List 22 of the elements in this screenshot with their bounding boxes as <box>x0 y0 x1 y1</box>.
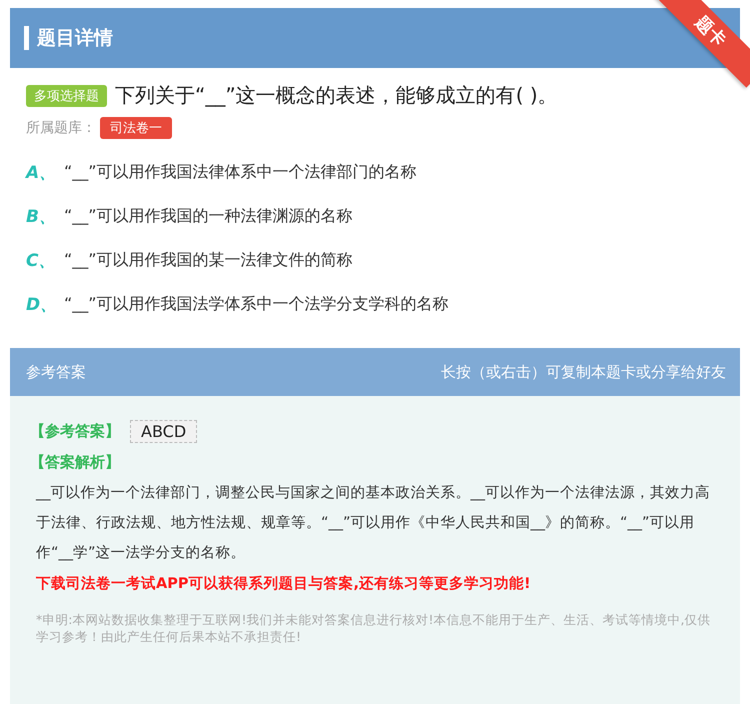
answer-panel-title: 参考答案 <box>26 362 86 382</box>
answer-label: 【参考答案】 <box>30 422 120 441</box>
analysis-label: 【答案解析】 <box>30 453 120 472</box>
answer-value: ABCD <box>130 420 198 443</box>
disclaimer-text: *申明:本网站数据收集整理于互联网!我们并未能对答案信息进行核对!本信息不能用于生产、生活、考试等情境中,仅供学习参考！由此产生任何后果本站不承担责任! <box>36 611 712 645</box>
option-text: “__”可以用作我国法律体系中一个法律部门的名称 <box>64 162 417 183</box>
bank-tag[interactable]: 司法卷一 <box>100 117 172 139</box>
promo-text: 下载司法卷一考试APP可以获得系列题目与答案,还有练习等更多学习功能! <box>36 574 532 593</box>
option-text: “__”可以用作我国法学体系中一个法学分支学科的名称 <box>64 294 449 315</box>
share-hint: 长按（或右击）可复制本题卡或分享给好友 <box>441 362 726 382</box>
question-text: 下列关于“__”这一概念的表述，能够成立的有( )。 <box>115 82 558 109</box>
title-accent-bar <box>24 26 29 50</box>
option-text: “__”可以用作我国的某一法律文件的简称 <box>64 250 353 271</box>
option-letter: A、 <box>26 162 50 184</box>
bank-label: 所属题库： <box>26 119 96 137</box>
question-type-tag: 多项选择题 <box>26 84 107 106</box>
option-letter: D、 <box>26 294 50 316</box>
analysis-text: __可以作为一个法律部门，调整公民与国家之间的基本政治关系。__可以作为一个法律法源，其效力高于法律、行政法规、地方性法规、规章等。“__”可以用作《中华人民共和国__》的简称。“__”可以用作“__学”这一法学分支的名称。 <box>36 484 711 563</box>
option-letter: C、 <box>26 250 50 272</box>
option-letter: B、 <box>26 206 50 228</box>
option-text: “__”可以用作我国的一种法律渊源的名称 <box>64 206 353 227</box>
header-title: 题目详情 <box>37 26 113 51</box>
